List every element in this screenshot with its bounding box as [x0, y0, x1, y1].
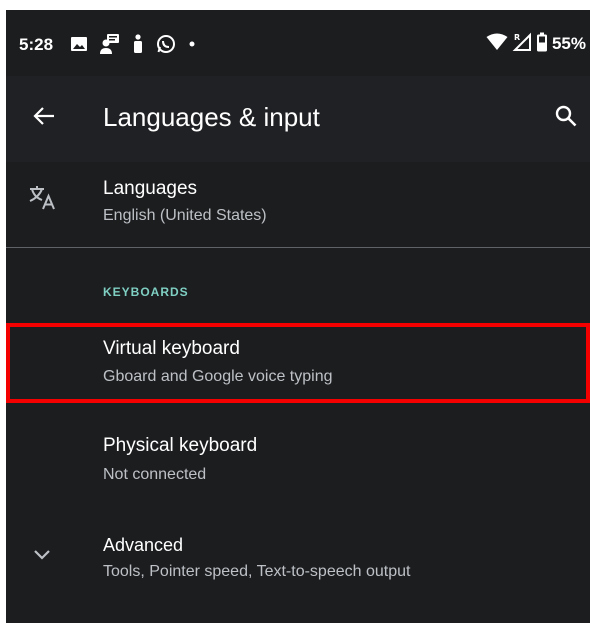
- physical-keyboard-item[interactable]: Physical keyboard Not connected: [6, 415, 590, 505]
- battery-percent: 55%: [551, 34, 586, 53]
- languages-title: Languages: [103, 178, 198, 199]
- advanced-item[interactable]: Advanced Tools, Pointer speed, Text-to-s…: [6, 515, 590, 605]
- signal-roaming-icon: R: [512, 32, 532, 57]
- dot-icon: [188, 40, 196, 48]
- virtual-keyboard-item[interactable]: Virtual keyboard Gboard and Google voice…: [6, 323, 590, 403]
- person-badge-icon: [100, 33, 120, 55]
- chevron-down-icon: [26, 539, 58, 571]
- svg-text:R: R: [514, 33, 520, 42]
- status-right: R 55%: [486, 32, 586, 56]
- languages-item[interactable]: Languages English (United States): [6, 162, 590, 247]
- languages-subtitle: English (United States): [103, 207, 267, 224]
- back-button[interactable]: [28, 102, 60, 134]
- battery-icon: [536, 32, 548, 57]
- advanced-subtitle: Tools, Pointer speed, Text-to-speech out…: [103, 563, 411, 580]
- notification-icons: [70, 32, 196, 56]
- divider: [6, 247, 590, 248]
- search-button[interactable]: [550, 102, 582, 134]
- virtual-keyboard-title: Virtual keyboard: [103, 338, 240, 359]
- settings-screen: 5:28 R 55% Languages & input Languages E…: [6, 10, 590, 623]
- status-bar: 5:28 R 55%: [6, 10, 590, 76]
- physical-keyboard-title: Physical keyboard: [103, 435, 258, 456]
- translate-icon: [26, 182, 58, 214]
- arrow-back-icon: [33, 106, 55, 131]
- section-header-keyboards: KEYBOARDS: [103, 285, 189, 299]
- search-icon: [555, 105, 577, 132]
- physical-keyboard-subtitle: Not connected: [103, 466, 207, 483]
- figure-icon: [132, 34, 144, 54]
- app-bar: Languages & input: [6, 76, 590, 162]
- wifi-icon: [486, 33, 508, 56]
- page-title: Languages & input: [103, 102, 320, 132]
- virtual-keyboard-subtitle: Gboard and Google voice typing: [103, 368, 333, 385]
- whatsapp-icon: [156, 34, 176, 54]
- status-time: 5:28: [19, 35, 54, 54]
- advanced-title: Advanced: [103, 535, 184, 555]
- image-icon: [70, 35, 88, 53]
